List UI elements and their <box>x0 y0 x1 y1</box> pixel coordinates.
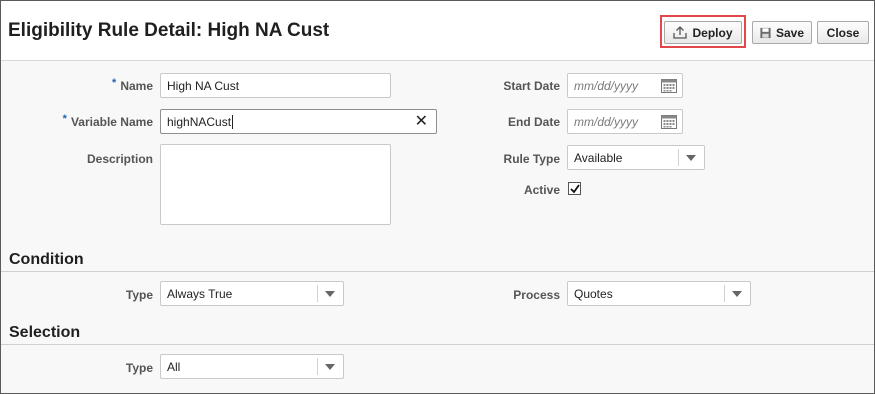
save-label: Save <box>775 25 804 40</box>
page-header: Eligibility Rule Detail: High NA Cust De… <box>1 1 874 61</box>
upload-icon <box>673 26 688 39</box>
chevron-down-icon[interactable] <box>686 155 696 161</box>
start-date-input[interactable]: mm/dd/yyyy <box>567 73 683 98</box>
description-textarea[interactable] <box>160 144 391 225</box>
selection-type-label: Type <box>125 361 153 375</box>
name-label: * Name <box>112 77 153 93</box>
start-date-placeholder: mm/dd/yyyy <box>574 79 639 93</box>
select-divider <box>317 358 318 375</box>
chevron-down-icon[interactable] <box>325 291 335 297</box>
selection-type-select[interactable]: All <box>160 354 344 379</box>
select-divider <box>317 285 318 302</box>
clear-icon[interactable]: ✕ <box>415 114 428 130</box>
condition-divider <box>1 271 874 272</box>
required-marker: * <box>62 113 67 125</box>
calendar-icon[interactable] <box>661 78 677 93</box>
end-date-input[interactable]: mm/dd/yyyy <box>567 109 683 134</box>
condition-type-select[interactable]: Always True <box>160 281 344 306</box>
name-value: High NA Cust <box>167 79 240 93</box>
floppy-disk-icon <box>760 27 771 38</box>
description-label: Description <box>86 152 153 166</box>
process-select[interactable]: Quotes <box>567 281 751 306</box>
chevron-down-icon[interactable] <box>732 291 742 297</box>
rule-type-select[interactable]: Available <box>567 145 705 170</box>
rule-type-value: Available <box>574 151 623 165</box>
page-title: Eligibility Rule Detail: High NA Cust <box>8 20 330 41</box>
condition-heading: Condition <box>9 251 84 268</box>
save-button[interactable]: Save <box>752 21 812 44</box>
deploy-label: Deploy <box>692 25 733 40</box>
end-date-placeholder: mm/dd/yyyy <box>574 115 639 129</box>
rule-type-label: Rule Type <box>503 152 560 166</box>
process-label: Process <box>513 288 560 302</box>
condition-type-value: Always True <box>167 287 233 301</box>
name-input[interactable]: High NA Cust <box>160 73 391 98</box>
checkmark-icon <box>570 184 580 194</box>
selection-heading: Selection <box>9 324 81 341</box>
variable-name-label: * Variable Name <box>62 113 153 129</box>
calendar-icon[interactable] <box>661 114 677 129</box>
process-value: Quotes <box>574 287 613 301</box>
active-label: Active <box>523 183 560 197</box>
deploy-button[interactable]: Deploy <box>664 21 742 44</box>
required-marker: * <box>112 77 117 89</box>
variable-name-input[interactable]: highNACust ✕ <box>160 109 437 134</box>
active-checkbox[interactable] <box>568 182 581 195</box>
selection-type-value: All <box>167 360 181 374</box>
selection-divider <box>1 344 874 345</box>
rule-detail-window: Eligibility Rule Detail: High NA Cust De… <box>0 0 875 394</box>
select-divider <box>724 285 725 302</box>
chevron-down-icon[interactable] <box>325 364 335 370</box>
start-date-label: Start Date <box>503 79 560 93</box>
close-button[interactable]: Close <box>817 21 869 44</box>
end-date-label: End Date <box>507 115 560 129</box>
condition-type-label: Type <box>125 288 153 302</box>
select-divider <box>678 149 679 166</box>
close-label: Close <box>826 25 860 40</box>
variable-name-value: highNACust <box>167 115 232 129</box>
